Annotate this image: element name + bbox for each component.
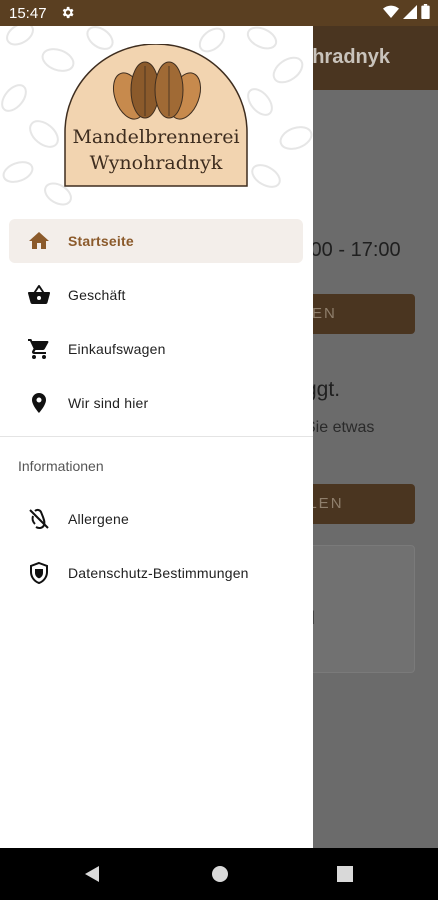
back-icon[interactable] bbox=[83, 864, 101, 889]
drawer-item-label: Allergene bbox=[68, 511, 129, 527]
logo-line2: Wynohradnyk bbox=[89, 152, 223, 174]
drawer-item-startseite[interactable]: Startseite bbox=[9, 219, 303, 263]
drawer-divider bbox=[0, 436, 313, 437]
navigation-drawer: Mandelbrennerei Wynohradnyk Startseite G… bbox=[0, 26, 313, 848]
signal-icon bbox=[403, 4, 417, 23]
drawer-header: Mandelbrennerei Wynohradnyk bbox=[0, 26, 313, 206]
status-bar: 15:47 bbox=[0, 0, 438, 26]
section-title-informationen: Informationen bbox=[18, 458, 104, 474]
allergen-icon bbox=[27, 507, 51, 531]
settings-gear-icon bbox=[60, 5, 75, 24]
drawer-item-geschaeft[interactable]: Geschäft bbox=[9, 273, 303, 317]
system-navigation-bar bbox=[0, 848, 438, 900]
home-icon bbox=[27, 229, 51, 253]
opening-hours-text: :00 - 17:00 bbox=[305, 239, 401, 261]
brand-logo: Mandelbrennerei Wynohradnyk bbox=[63, 43, 249, 188]
status-time: 15:47 bbox=[9, 5, 47, 22]
drawer-item-datenschutz[interactable]: Datenschutz-Bestimmungen bbox=[9, 551, 303, 595]
logo-line1: Mandelbrennerei bbox=[72, 126, 240, 148]
battery-icon bbox=[421, 4, 430, 23]
cart-icon bbox=[27, 337, 51, 361]
shield-icon bbox=[27, 561, 51, 585]
home-button-icon[interactable] bbox=[211, 864, 229, 889]
background-button-primary-label: EN bbox=[312, 305, 337, 322]
recents-icon[interactable] bbox=[336, 864, 354, 889]
drawer-item-einkaufswagen[interactable]: Einkaufswagen bbox=[9, 327, 303, 371]
drawer-item-allergene[interactable]: Allergene bbox=[9, 497, 303, 541]
drawer-item-label: Geschäft bbox=[68, 287, 126, 303]
wifi-icon bbox=[383, 5, 399, 23]
drawer-item-label: Wir sind hier bbox=[68, 395, 149, 411]
drawer-item-label: Einkaufswagen bbox=[68, 341, 166, 357]
drawer-item-label: Startseite bbox=[68, 233, 134, 249]
location-pin-icon bbox=[27, 391, 51, 415]
shopping-basket-icon bbox=[27, 283, 51, 307]
hint-text: Sie etwas bbox=[305, 419, 375, 436]
drawer-item-label: Datenschutz-Bestimmungen bbox=[68, 565, 249, 581]
drawer-item-wir-sind-hier[interactable]: Wir sind hier bbox=[9, 381, 303, 425]
app-toolbar-title: ohradnyk bbox=[300, 46, 391, 68]
